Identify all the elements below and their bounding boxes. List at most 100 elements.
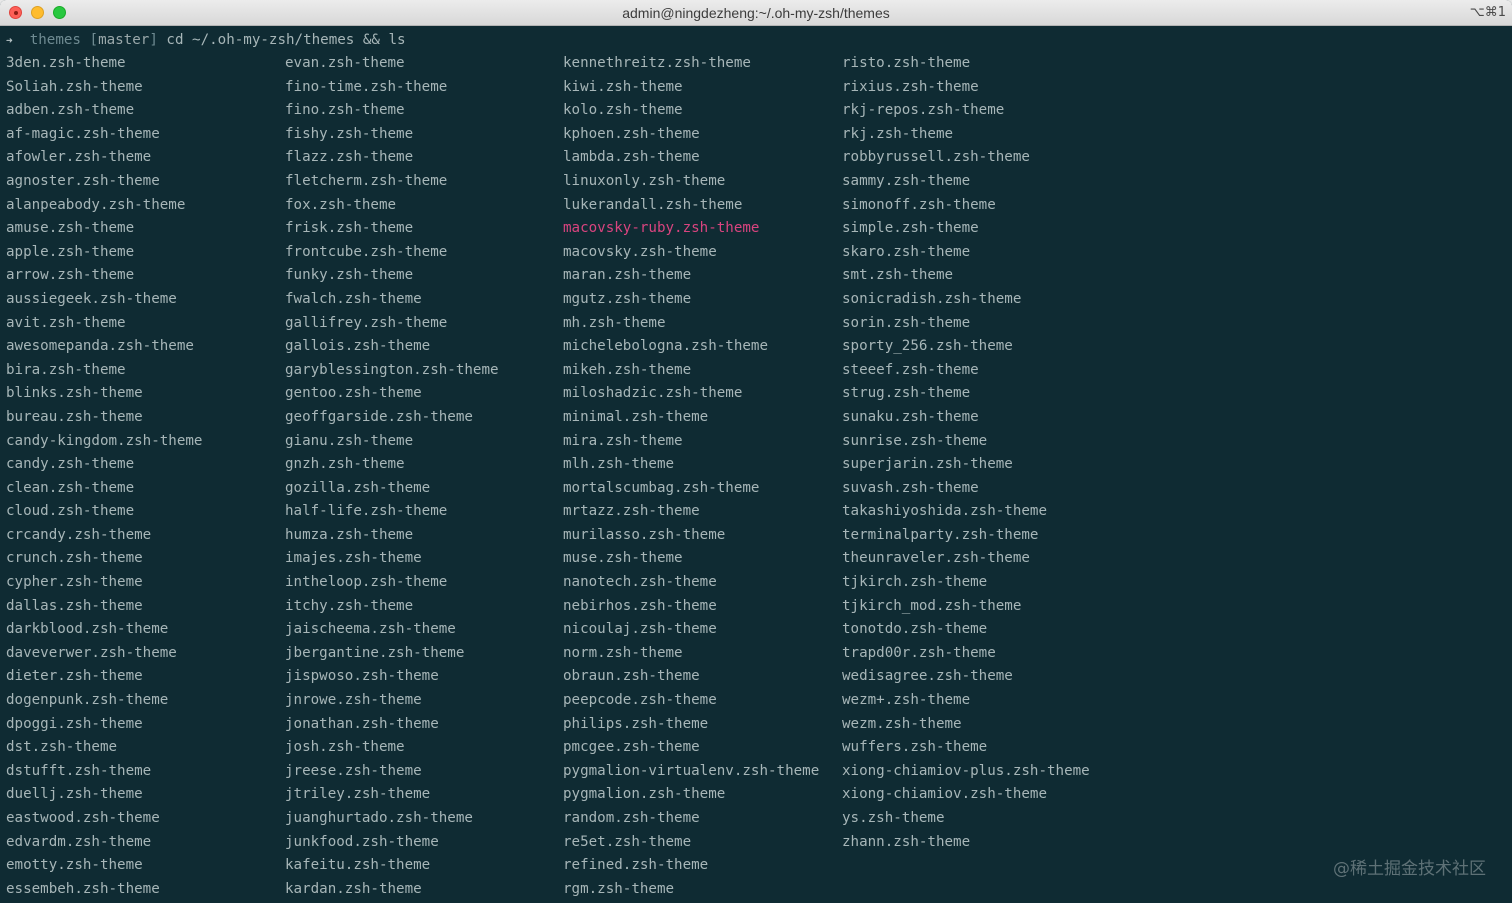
- ls-entry: nicoulaj.zsh-theme: [563, 621, 717, 638]
- ls-entry: crcandy.zsh-theme: [6, 526, 152, 543]
- ls-entry: half-life.zsh-theme: [285, 503, 448, 520]
- ls-entry: michelebologna.zsh-theme: [563, 338, 768, 355]
- ls-entry: rgm.zsh-theme: [563, 880, 675, 897]
- ls-entry: rkj.zsh-theme: [842, 125, 954, 142]
- ls-entry: kphoen.zsh-theme: [563, 125, 700, 142]
- ls-entry: terminalparty.zsh-theme: [842, 526, 1039, 543]
- ls-entry: jnrowe.zsh-theme: [285, 692, 422, 709]
- ls-entry: macovsky-ruby.zsh-theme: [563, 220, 760, 237]
- ls-entry: dallas.zsh-theme: [6, 597, 143, 614]
- ls-entry: pygmalion-virtualenv.zsh-theme: [563, 762, 820, 779]
- prompt-arrow-icon: ➜: [6, 34, 13, 47]
- ls-entry: skaro.zsh-theme: [842, 243, 971, 260]
- ls-entry: xiong-chiamiov.zsh-theme: [842, 786, 1047, 803]
- ls-entry: risto.zsh-theme: [842, 55, 971, 71]
- ls-entry: macovsky.zsh-theme: [563, 243, 717, 260]
- ls-entry: takashiyoshida.zsh-theme: [842, 503, 1047, 520]
- ls-entry: mira.zsh-theme: [563, 432, 683, 449]
- ls-entry: mgutz.zsh-theme: [563, 290, 692, 307]
- ls-entry: amuse.zsh-theme: [6, 220, 135, 237]
- ls-entry: dpoggi.zsh-theme: [6, 715, 143, 732]
- ls-entry: murilasso.zsh-theme: [563, 526, 726, 543]
- ls-entry: mrtazz.zsh-theme: [563, 503, 700, 520]
- ls-entry: tjkirch_mod.zsh-theme: [842, 597, 1022, 614]
- ls-entry: steeef.zsh-theme: [842, 361, 979, 378]
- ls-entry: kafeitu.zsh-theme: [285, 857, 431, 874]
- ls-entry: gallifrey.zsh-theme: [285, 314, 448, 331]
- ls-entry: juanghurtado.zsh-theme: [285, 810, 473, 826]
- prompt-branch-close: ]: [149, 32, 158, 48]
- ls-entry: maran.zsh-theme: [563, 267, 692, 284]
- ls-entry: gallois.zsh-theme: [285, 338, 431, 355]
- ls-column-3: kennethreitz.zsh-theme kiwi.zsh-theme kolo…: [563, 52, 819, 901]
- ls-entry: jonathan.zsh-theme: [285, 715, 439, 732]
- ls-entry: emotty.zsh-theme: [6, 857, 143, 874]
- ls-entry: kennethreitz.zsh-theme: [563, 55, 751, 71]
- ls-entry: gianu.zsh-theme: [285, 432, 414, 449]
- ls-entry: flazz.zsh-theme: [285, 149, 414, 166]
- ls-entry: trapd00r.zsh-theme: [842, 644, 996, 661]
- ls-entry: alanpeabody.zsh-theme: [6, 196, 186, 213]
- ls-entry: awesomepanda.zsh-theme: [6, 338, 194, 355]
- title-bar[interactable]: admin@ningdezheng:~/.oh-my-zsh/themes ⌥⌘…: [0, 0, 1512, 26]
- prompt-command: cd ~/.oh-my-zsh/themes && ls: [166, 32, 406, 48]
- ls-entry: zhann.zsh-theme: [842, 833, 971, 850]
- ls-entry: wezm+.zsh-theme: [842, 692, 971, 709]
- ls-entry: mlh.zsh-theme: [563, 456, 675, 473]
- ls-entry: philips.zsh-theme: [563, 715, 709, 732]
- ls-entry: cypher.zsh-theme: [6, 574, 143, 591]
- ls-entry: apple.zsh-theme: [6, 243, 135, 260]
- ls-entry: nebirhos.zsh-theme: [563, 597, 717, 614]
- ls-entry: lukerandall.zsh-theme: [563, 196, 743, 213]
- ls-entry: evan.zsh-theme: [285, 55, 405, 71]
- ls-entry: geoffgarside.zsh-theme: [285, 408, 473, 425]
- ls-entry: wezm.zsh-theme: [842, 715, 962, 732]
- ls-column-1: 3den.zsh-theme Soliah.zsh-theme adben.zsh-…: [6, 52, 202, 901]
- ls-entry: mikeh.zsh-theme: [563, 361, 692, 378]
- ls-entry: Soliah.zsh-theme: [6, 78, 143, 95]
- ls-entry: gnzh.zsh-theme: [285, 456, 405, 473]
- ls-entry: gentoo.zsh-theme: [285, 385, 422, 402]
- tab-shortcut-label: ⌥⌘1: [1469, 5, 1506, 20]
- ls-entry: dogenpunk.zsh-theme: [6, 692, 169, 709]
- ls-entry: lambda.zsh-theme: [563, 149, 700, 166]
- ls-entry: junkfood.zsh-theme: [285, 833, 439, 850]
- ls-entry: imajes.zsh-theme: [285, 550, 422, 567]
- ls-entry: smt.zsh-theme: [842, 267, 954, 284]
- ls-entry: jispwoso.zsh-theme: [285, 668, 439, 685]
- ls-entry: candy.zsh-theme: [6, 456, 135, 473]
- ls-entry: wedisagree.zsh-theme: [842, 668, 1013, 685]
- ls-entry: miloshadzic.zsh-theme: [563, 385, 743, 402]
- ls-entry: linuxonly.zsh-theme: [563, 172, 726, 189]
- ls-entry: sunrise.zsh-theme: [842, 432, 988, 449]
- ls-entry: peepcode.zsh-theme: [563, 692, 717, 709]
- ls-entry: cloud.zsh-theme: [6, 503, 135, 520]
- ls-column-4: risto.zsh-theme rixius.zsh-theme rkj-repos…: [842, 52, 1090, 854]
- prompt-directory: themes: [29, 32, 81, 48]
- terminal-content[interactable]: ➜ themes [master] cd ~/.oh-my-zsh/themes…: [0, 26, 1512, 903]
- ls-entry: humza.zsh-theme: [285, 526, 414, 543]
- ls-column-2: evan.zsh-theme fino-time.zsh-theme fino.zs…: [285, 52, 499, 901]
- ls-entry: avit.zsh-theme: [6, 314, 126, 331]
- ls-entry: sporty_256.zsh-theme: [842, 338, 1013, 355]
- ls-entry: jtriley.zsh-theme: [285, 786, 431, 803]
- ls-entry: afowler.zsh-theme: [6, 149, 152, 166]
- ls-entry: dieter.zsh-theme: [6, 668, 143, 685]
- ls-entry: fox.zsh-theme: [285, 196, 397, 213]
- ls-entry: tonotdo.zsh-theme: [842, 621, 988, 638]
- ls-entry: jaischeema.zsh-theme: [285, 621, 456, 638]
- ls-entry: mh.zsh-theme: [563, 314, 666, 331]
- ls-entry: jbergantine.zsh-theme: [285, 644, 465, 661]
- ls-entry: kolo.zsh-theme: [563, 102, 683, 119]
- ls-entry: fwalch.zsh-theme: [285, 290, 422, 307]
- ls-entry: jreese.zsh-theme: [285, 762, 422, 779]
- ls-entry: dstufft.zsh-theme: [6, 762, 152, 779]
- ls-entry: tjkirch.zsh-theme: [842, 574, 988, 591]
- ls-entry: sonicradish.zsh-theme: [842, 290, 1022, 307]
- ls-entry: xiong-chiamiov-plus.zsh-theme: [842, 762, 1090, 779]
- ls-entry: 3den.zsh-theme: [6, 55, 126, 71]
- ls-entry: ys.zsh-theme: [842, 810, 945, 826]
- watermark: @稀土掘金技术社区: [1333, 859, 1486, 879]
- ls-entry: bureau.zsh-theme: [6, 408, 143, 425]
- ls-entry: simple.zsh-theme: [842, 220, 979, 237]
